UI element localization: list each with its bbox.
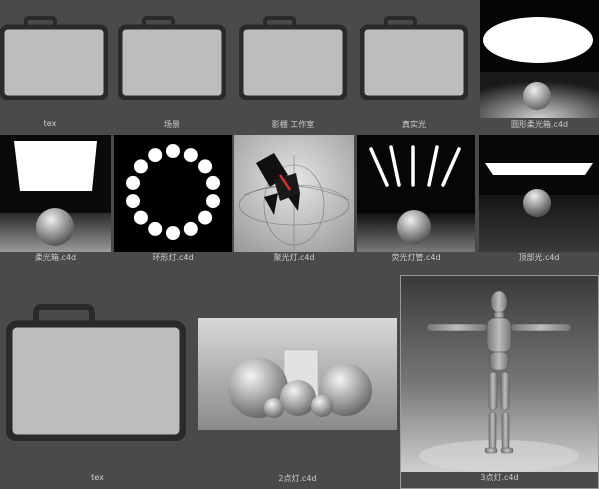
asset-browser: { "assets": { "tex": "tex", "scene": "场景…: [0, 0, 599, 489]
folder-icon: [239, 16, 347, 100]
asset-three-point-lights[interactable]: 3点灯.c4d: [400, 275, 599, 489]
asset-label: 环形灯.c4d: [152, 253, 194, 262]
ring-light-bulb: [206, 194, 220, 209]
ring-light-bulb: [206, 175, 220, 190]
asset-tex-folder-large[interactable]: tex: [0, 295, 195, 489]
asset-label: 2点灯.c4d: [278, 474, 317, 483]
ring-light-bulb: [198, 210, 213, 225]
asset-softbox[interactable]: 柔光箱.c4d: [0, 135, 111, 265]
folder-icon: [6, 303, 186, 441]
ring-light-bulb: [183, 221, 198, 236]
asset-label: 场景: [164, 120, 180, 129]
asset-top-light[interactable]: 顶部光.c4d: [479, 135, 599, 265]
folder-icon: [0, 16, 108, 100]
asset-label: 圆形柔光箱.c4d: [510, 120, 569, 129]
asset-label: 3点灯.c4d: [480, 473, 519, 482]
asset-fluorescent-tubes[interactable]: 荧光灯管.c4d: [357, 135, 475, 265]
asset-real-light-folder[interactable]: 真实光: [360, 0, 472, 130]
ring-light-bulb: [148, 148, 163, 163]
asset-label: tex: [91, 473, 104, 482]
asset-label: 真实光: [402, 120, 426, 129]
asset-round-softbox[interactable]: 圆形柔光箱.c4d: [480, 0, 599, 132]
round-softbox-thumbnail: [480, 0, 599, 118]
two-point-lights-thumbnail: [198, 318, 397, 430]
asset-studio-folder[interactable]: 影棚 工作室: [239, 0, 351, 130]
asset-label: 顶部光.c4d: [518, 253, 560, 262]
ring-light-bulb: [126, 175, 140, 190]
asset-spotlight[interactable]: 聚光灯.c4d: [234, 135, 354, 265]
top-light-thumbnail: [479, 135, 599, 252]
three-point-lights-thumbnail: [401, 276, 598, 472]
ring-light-bulb: [148, 221, 163, 236]
asset-two-point-lights[interactable]: 2点灯.c4d: [198, 318, 397, 489]
asset-label: 聚光灯.c4d: [273, 253, 315, 262]
ring-light-bulb: [183, 148, 198, 163]
ring-light-thumbnail: [114, 135, 232, 252]
asset-label: 荧光灯管.c4d: [391, 253, 441, 262]
fluorescent-tubes-thumbnail: [357, 135, 475, 252]
ring-light-bulb: [133, 210, 148, 225]
ring-light-bulb: [166, 226, 180, 240]
ring-light-bulb: [166, 144, 180, 158]
asset-label: 柔光箱.c4d: [34, 253, 77, 262]
ring-light-bulb: [126, 194, 140, 209]
ring-light-bulb: [198, 159, 213, 174]
folder-icon: [360, 16, 468, 100]
asset-label: tex: [43, 119, 57, 128]
ring-light-bulb: [133, 159, 148, 174]
asset-tex-folder[interactable]: tex: [0, 0, 112, 130]
asset-scene-folder[interactable]: 场景: [118, 0, 230, 130]
spotlight-thumbnail: [234, 135, 354, 252]
asset-ring-light[interactable]: 环形灯.c4d: [114, 135, 232, 265]
folder-icon: [118, 16, 226, 100]
softbox-thumbnail: [0, 135, 111, 252]
asset-label: 影棚 工作室: [271, 120, 315, 129]
